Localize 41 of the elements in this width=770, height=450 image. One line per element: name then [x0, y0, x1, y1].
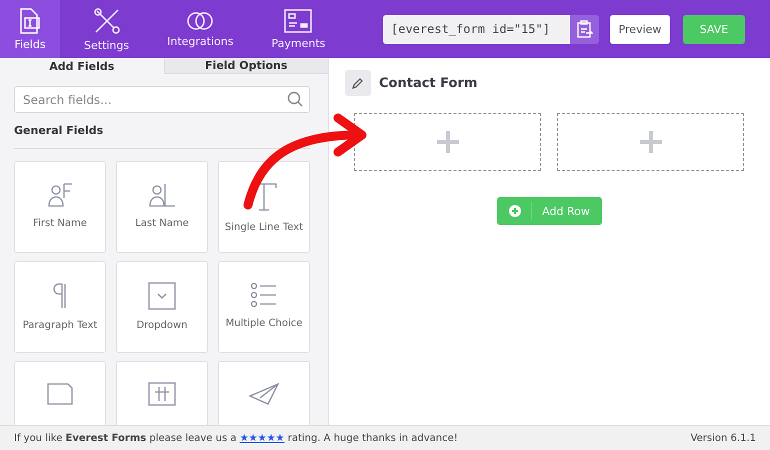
- plus-circle-icon: [509, 205, 522, 217]
- field-card[interactable]: First Name: [14, 161, 106, 253]
- search-field[interactable]: Search fields...: [14, 86, 310, 113]
- nav-tab[interactable]: Integrations: [153, 0, 248, 58]
- panel-tab[interactable]: Field Options: [164, 58, 328, 74]
- card-icon: [46, 382, 74, 406]
- drop-zone[interactable]: [354, 113, 541, 171]
- plus-icon: [640, 131, 662, 153]
- preview-button[interactable]: Preview: [610, 14, 670, 44]
- version-text: Version 6.1.1: [690, 432, 756, 444]
- list-icon: [250, 282, 278, 308]
- form-title: Contact Form: [379, 76, 478, 90]
- copy-button[interactable]: [570, 14, 599, 44]
- nav-tab[interactable]: Payments: [257, 0, 340, 58]
- dropdown-icon: [148, 282, 176, 310]
- paper-plane-icon: [248, 382, 280, 406]
- nav-tab[interactable]: Settings: [70, 0, 144, 58]
- nav-tab[interactable]: Fields: [0, 0, 60, 58]
- field-card[interactable]: Last Name: [116, 161, 208, 253]
- paragraph-icon: [52, 282, 68, 310]
- pencil-icon: [352, 77, 364, 89]
- rings-icon: [185, 10, 216, 30]
- tools-icon: [92, 6, 121, 34]
- field-card[interactable]: Multiple Choice: [218, 261, 310, 353]
- section-title: General Fields: [14, 124, 104, 137]
- shortcode-field[interactable]: [everest_form id="15"]: [383, 14, 570, 44]
- field-card[interactable]: Dropdown: [116, 261, 208, 353]
- drop-zone[interactable]: [557, 113, 744, 171]
- search-icon: [287, 91, 303, 107]
- edit-button[interactable]: [345, 70, 371, 96]
- person-icon: [47, 182, 73, 208]
- plus-icon: [436, 131, 458, 153]
- field-card[interactable]: Single Line Text: [218, 161, 310, 253]
- rating-link[interactable]: ★★★★★: [240, 432, 285, 444]
- clipboard-icon: [576, 20, 592, 38]
- form-field-icon: [18, 8, 42, 34]
- footer-message: If you like Everest Forms please leave us a ★★★★★ rating. A huge thanks in advance!: [14, 432, 458, 444]
- field-card[interactable]: Paragraph Text: [14, 261, 106, 353]
- hash-icon: [148, 382, 176, 406]
- person-icon: [148, 182, 176, 208]
- payment-card-icon: [284, 8, 312, 32]
